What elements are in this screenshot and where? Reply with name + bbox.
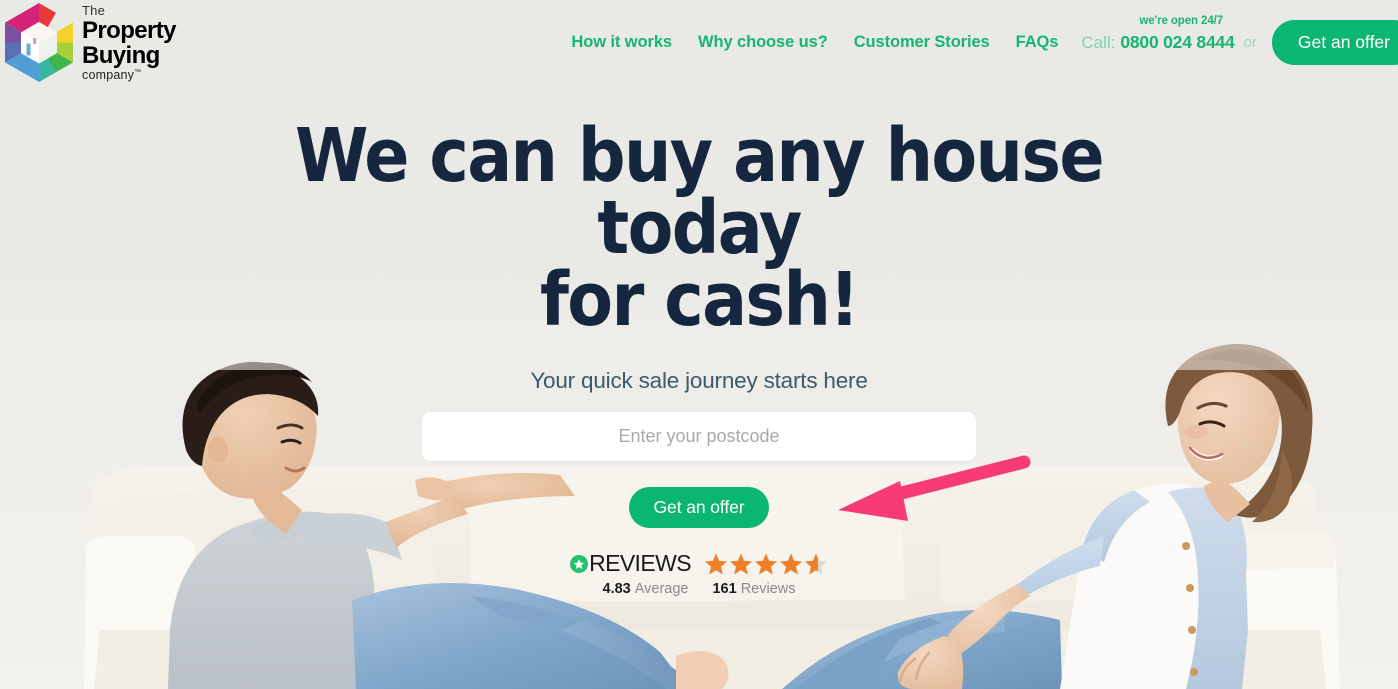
reviews-count-value: 161 — [712, 581, 737, 597]
header-get-an-offer-button[interactable]: Get an offer — [1271, 20, 1398, 65]
site-header: The Property Buying company™ How it work… — [0, 0, 1398, 85]
or-label: or — [1243, 34, 1257, 51]
hero-cta-row: Get an offer — [0, 487, 1398, 528]
hero-title: We can buy any house today for cash! — [209, 119, 1189, 337]
rainbow-cube-house-logo-icon — [0, 0, 78, 85]
logo-the: The — [82, 2, 106, 18]
hero-subtitle: Your quick sale journey starts here — [530, 368, 868, 393]
site-logo[interactable]: The Property Buying company™ — [0, 0, 177, 85]
reviews-io-logo: REVIEWS — [570, 550, 692, 577]
main-navigation: How it works Why choose us? Customer Sto… — [558, 0, 1398, 85]
logo-company-text: company — [82, 67, 135, 82]
postcode-input[interactable] — [422, 412, 976, 461]
logo-property: Property — [82, 16, 177, 44]
nav-links: How it works Why choose us? Customer Sto… — [558, 33, 1071, 52]
hero-section: We can buy any house today for cash! You… — [0, 119, 1398, 597]
reviews-count-label: Reviews — [740, 581, 796, 597]
logo-wordmark: The Property Buying company™ — [82, 2, 177, 82]
reviews-average-stat: 4.83 Average — [603, 581, 689, 597]
reviews-widget[interactable]: REVIEWS 4.83 Average 161 Reviews — [0, 550, 1398, 597]
postcode-form — [0, 412, 1398, 461]
logo-trademark: ™ — [134, 68, 142, 76]
reviews-count-stat: 161 Reviews — [712, 581, 795, 597]
nav-how-it-works[interactable]: How it works — [558, 33, 685, 52]
reviews-header-row: REVIEWS — [570, 550, 828, 577]
phone-number-link[interactable]: 0800 024 8444 — [1120, 32, 1234, 53]
star-rating-icon — [704, 553, 827, 574]
reviews-provider-name: REVIEWS — [589, 550, 691, 576]
reviews-stats-row: 4.83 Average 161 Reviews — [603, 581, 796, 597]
nav-why-choose-us[interactable]: Why choose us? — [685, 33, 841, 52]
phone-block: we're open 24/7 Call: 0800 024 8444 or — [1081, 15, 1257, 53]
reviews-io-star-badge-icon — [570, 554, 589, 573]
hero-get-an-offer-button[interactable]: Get an offer — [628, 487, 770, 528]
reviews-rating-value: 4.83 — [602, 581, 631, 597]
call-label: Call: — [1081, 32, 1116, 52]
nav-faqs[interactable]: FAQs — [1003, 33, 1072, 52]
logo-buying: Buying — [82, 41, 160, 69]
nav-customer-stories[interactable]: Customer Stories — [841, 33, 1003, 52]
open-hours-note: we're open 24/7 — [1139, 15, 1224, 27]
reviews-rating-label: Average — [634, 581, 689, 597]
hero-title-line-1: We can buy any house today — [295, 113, 1105, 271]
page-root: The Property Buying company™ How it work… — [0, 0, 1398, 689]
reviews-star-rating — [704, 552, 828, 576]
hero-title-line-2: for cash! — [539, 257, 860, 343]
logo-company: company™ — [82, 69, 176, 82]
